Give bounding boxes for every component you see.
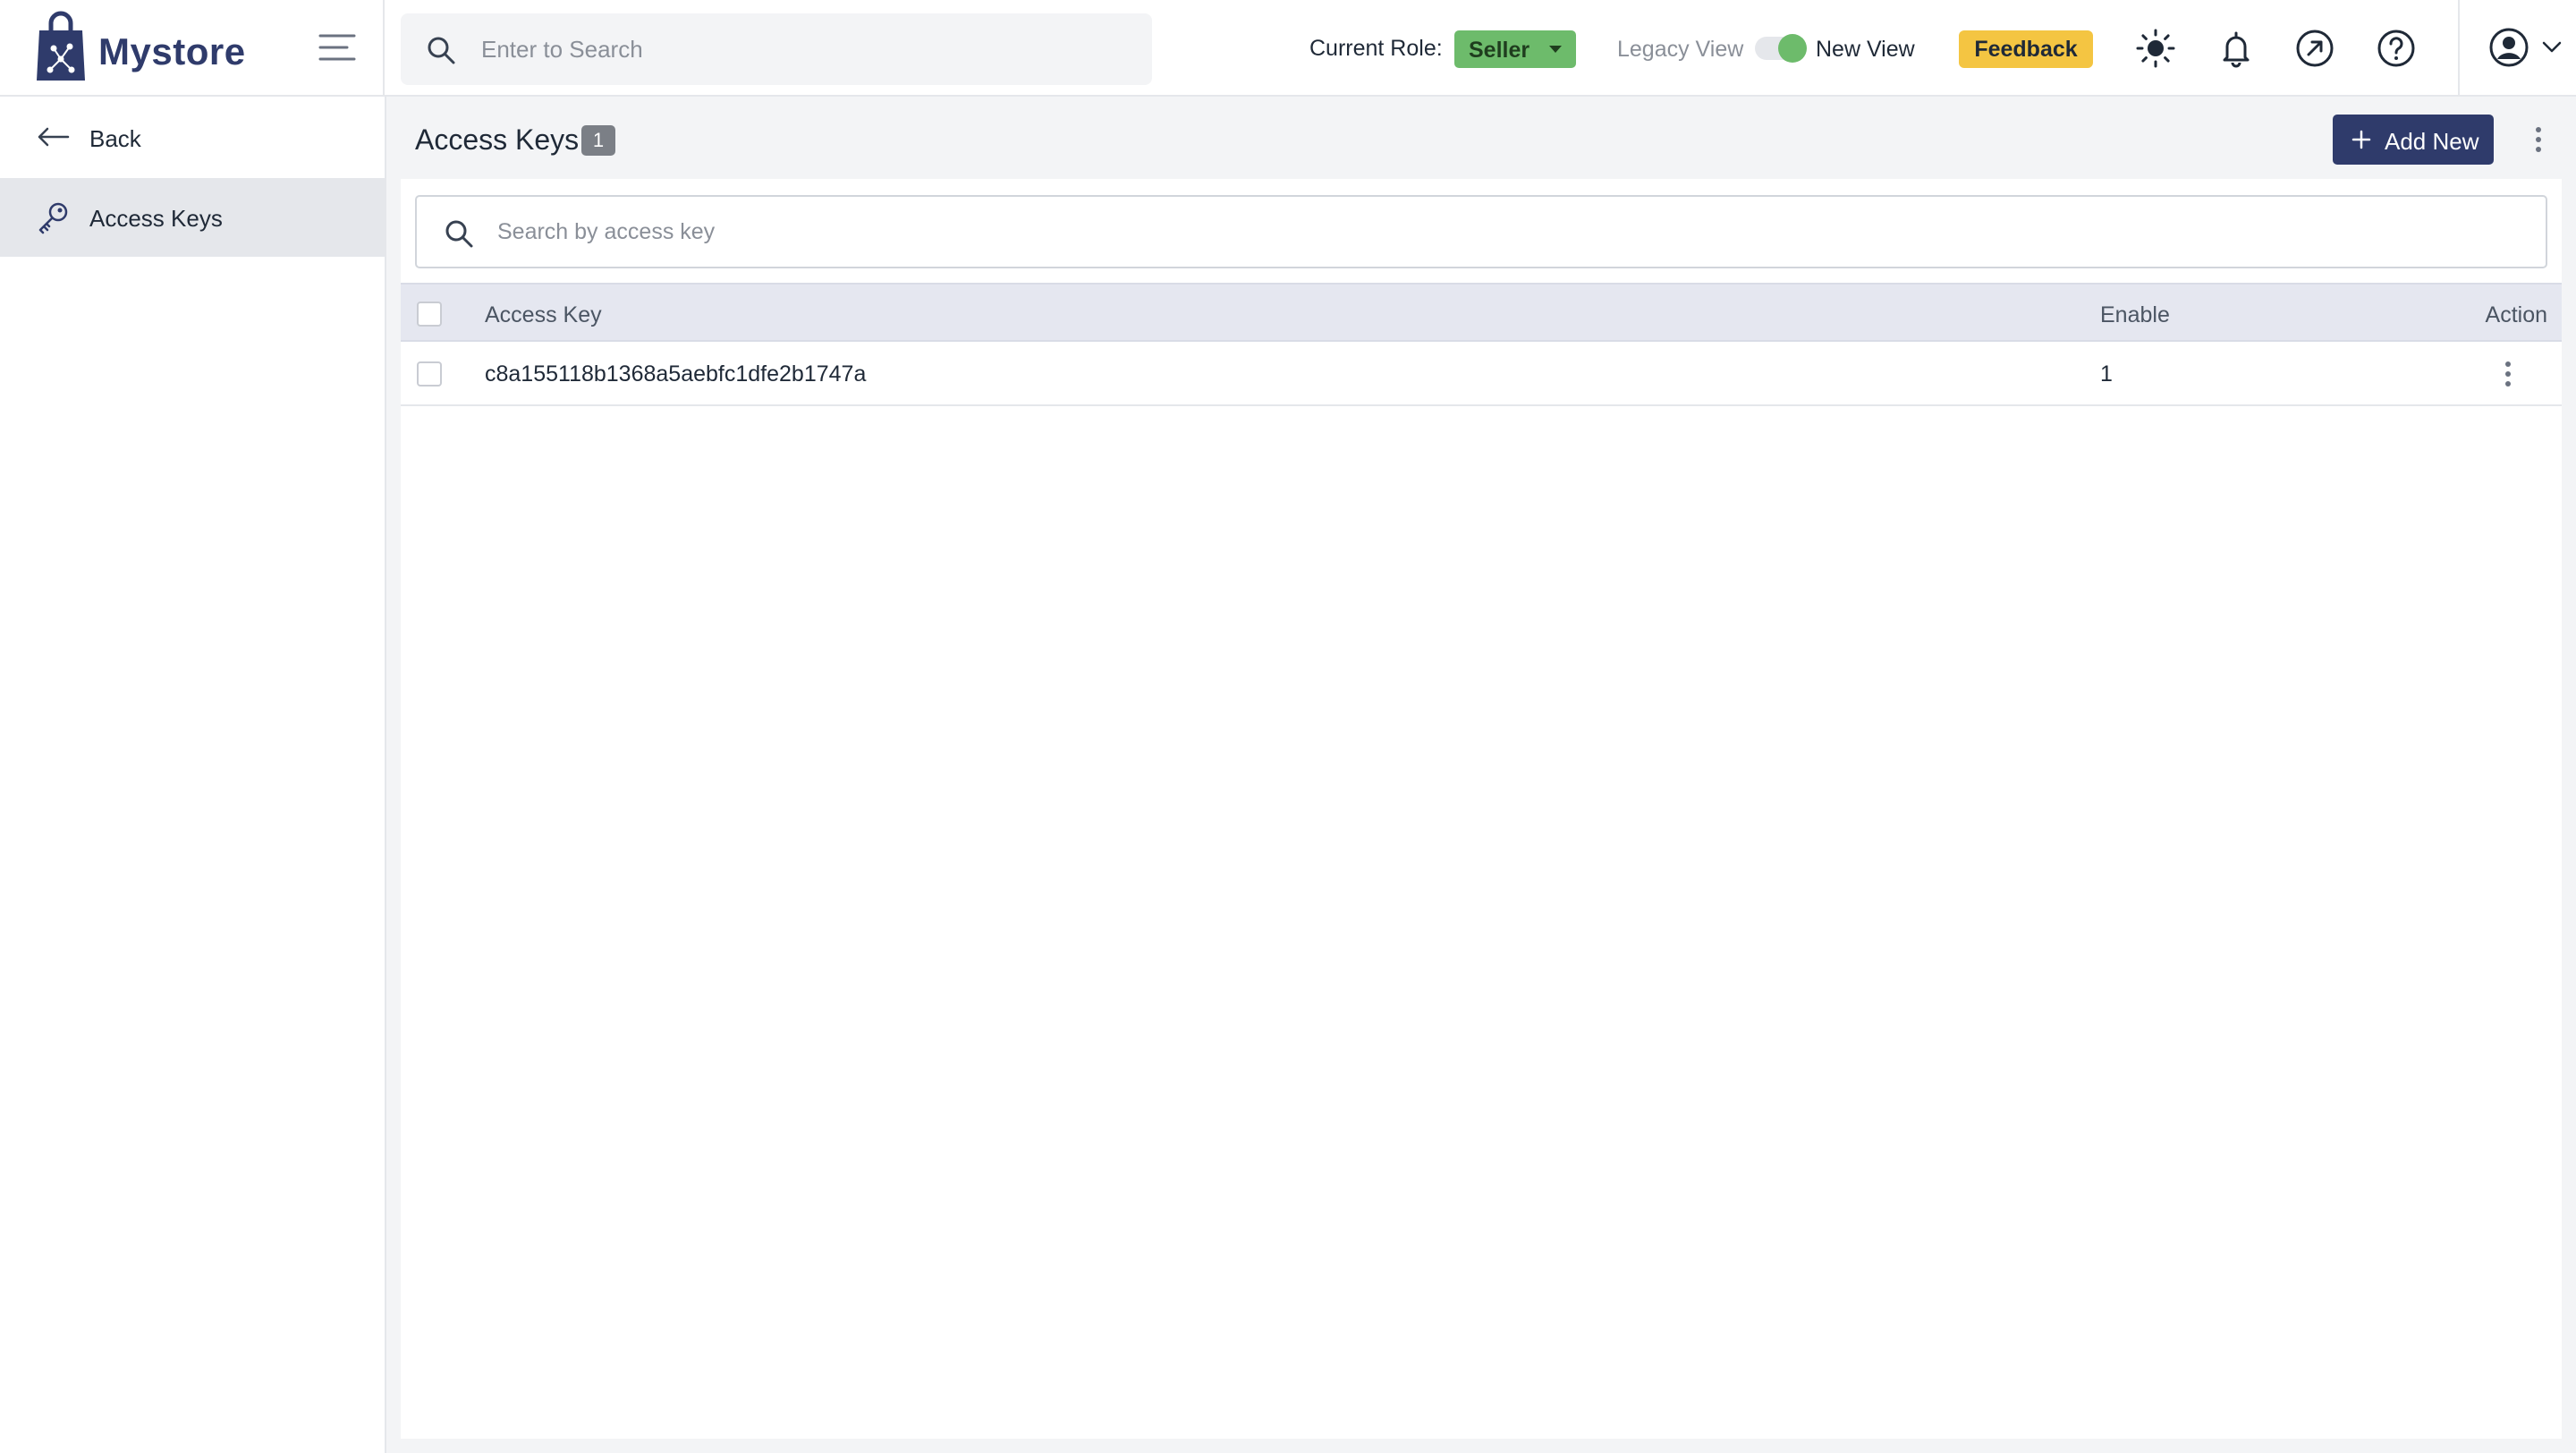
- access-keys-table: Access Key Enable Action c8a155118b1368a…: [401, 283, 2562, 406]
- toggle-knob: [1778, 34, 1807, 63]
- count-badge: 1: [581, 125, 615, 156]
- chevron-down-icon: [2542, 41, 2562, 53]
- caret-down-icon: [1549, 46, 1562, 53]
- row-actions-icon[interactable]: [2490, 356, 2526, 392]
- arrow-up-right-circle-icon: [2296, 30, 2334, 67]
- user-avatar-icon: [2489, 28, 2529, 67]
- menu-toggle-icon[interactable]: [318, 32, 356, 63]
- logo-icon: [37, 11, 85, 81]
- new-view-label: New View: [1816, 37, 1915, 62]
- role-select[interactable]: Seller: [1454, 30, 1576, 68]
- sidebar-item-label: Access Keys: [89, 205, 223, 232]
- sidebar: Back Access Keys: [0, 97, 386, 1453]
- global-search: [401, 13, 1152, 85]
- content-card: Access Key Enable Action c8a155118b1368a…: [401, 179, 2562, 1439]
- key-icon: [38, 202, 68, 234]
- view-toggle[interactable]: [1755, 34, 1807, 63]
- help-button[interactable]: [2375, 27, 2418, 70]
- row-checkbox[interactable]: [417, 361, 442, 387]
- sun-icon: [2136, 29, 2175, 68]
- table-row[interactable]: c8a155118b1368a5aebfc1dfe2b1747a 1: [401, 342, 2562, 406]
- top-bar: Mystore Current Role: Seller Legacy View…: [0, 0, 2576, 97]
- add-new-label: Add New: [2385, 128, 2479, 155]
- open-external-button[interactable]: [2293, 27, 2336, 70]
- app: Mystore Current Role: Seller Legacy View…: [0, 0, 2576, 1453]
- brand-area: Mystore: [0, 0, 385, 97]
- page-header: Access Keys 1 Add New: [401, 106, 2562, 177]
- back-label: Back: [89, 125, 141, 152]
- bell-icon: [2223, 31, 2250, 68]
- profile-menu[interactable]: [2458, 0, 2576, 97]
- select-all-checkbox[interactable]: [417, 302, 442, 327]
- access-key-value: c8a155118b1368a5aebfc1dfe2b1747a: [485, 361, 867, 387]
- table-header: Access Key Enable Action: [401, 283, 2562, 342]
- back-link[interactable]: Back: [0, 97, 385, 177]
- search-icon: [445, 220, 473, 248]
- theme-toggle-button[interactable]: [2134, 27, 2177, 70]
- access-key-search-input[interactable]: [497, 197, 2528, 267]
- column-access-key[interactable]: Access Key: [485, 302, 602, 328]
- column-enable[interactable]: Enable: [2100, 302, 2170, 328]
- enable-value: 1: [2100, 361, 2113, 387]
- feedback-button[interactable]: Feedback: [1959, 30, 2093, 68]
- legacy-view-label: Legacy View: [1617, 37, 1744, 62]
- search-icon: [428, 37, 455, 64]
- plus-icon: [2351, 130, 2371, 149]
- page-title: Access Keys: [415, 123, 580, 156]
- more-vertical-icon[interactable]: [2521, 122, 2556, 157]
- arrow-left-icon: [38, 127, 70, 147]
- notifications-button[interactable]: [2215, 27, 2258, 70]
- help-icon: [2377, 30, 2415, 67]
- sidebar-item-access-keys[interactable]: Access Keys: [0, 178, 385, 257]
- column-action: Action: [2485, 302, 2547, 327]
- role-value: Seller: [1469, 38, 1530, 63]
- brand-name: Mystore: [98, 30, 246, 72]
- global-search-input[interactable]: [481, 13, 1134, 85]
- access-key-search: [415, 195, 2547, 268]
- add-new-button[interactable]: Add New: [2333, 115, 2494, 165]
- current-role-label: Current Role:: [1309, 36, 1443, 61]
